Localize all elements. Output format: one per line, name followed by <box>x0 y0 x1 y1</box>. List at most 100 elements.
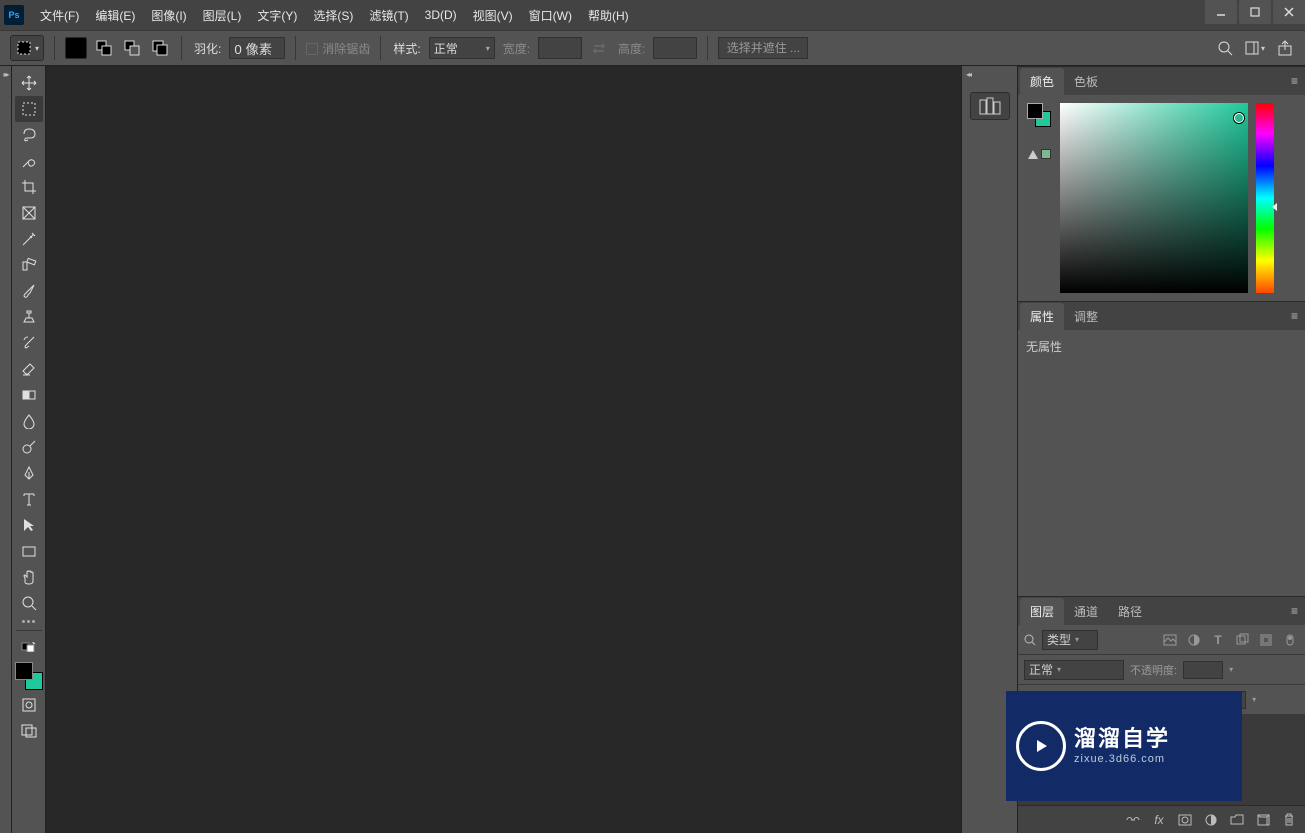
search-icon[interactable] <box>1215 38 1235 58</box>
tab-layers[interactable]: 图层 <box>1020 598 1064 625</box>
opacity-input[interactable] <box>1183 661 1223 679</box>
close-button[interactable] <box>1273 0 1305 24</box>
foreground-background-swatches[interactable] <box>15 662 43 692</box>
rectangle-shape-tool[interactable] <box>15 538 43 564</box>
layer-filter-row: 类型▾ T <box>1018 625 1305 655</box>
filter-toggle-icon[interactable] <box>1281 631 1299 649</box>
minimize-button[interactable] <box>1205 0 1237 24</box>
tab-color[interactable]: 颜色 <box>1020 68 1064 95</box>
filter-type-icon[interactable]: T <box>1209 631 1227 649</box>
menu-help[interactable]: 帮助(H) <box>580 0 637 30</box>
rectangular-marquee-tool[interactable] <box>15 96 43 122</box>
filter-shape-icon[interactable] <box>1233 631 1251 649</box>
app-logo: Ps <box>4 5 24 25</box>
options-bar: ▾ 羽化: 消除锯齿 样式: 正常▾ 宽度: 高度: 选择并遮住 ... ▾ <box>0 30 1305 66</box>
toolbox-collapse-strip[interactable]: ▸▸ <box>0 66 12 833</box>
blend-mode-select[interactable]: 正常▾ <box>1024 660 1124 680</box>
swap-wh-icon <box>588 37 610 59</box>
tab-swatches[interactable]: 色板 <box>1064 68 1108 95</box>
right-dock: ▸▸ 颜色 色板 ≡ 属性 调整 <box>1018 66 1305 833</box>
quick-mask-mode-icon[interactable] <box>15 692 43 718</box>
workspace-switcher-icon[interactable]: ▾ <box>1245 38 1265 58</box>
menu-3d[interactable]: 3D(D) <box>417 0 465 30</box>
group-icon[interactable] <box>1229 812 1245 828</box>
subtract-selection-icon[interactable] <box>121 37 143 59</box>
select-and-mask-button[interactable]: 选择并遮住 ... <box>718 37 808 59</box>
menu-filter[interactable]: 滤镜(T) <box>361 0 416 30</box>
panel-menu-icon[interactable]: ≡ <box>1291 309 1299 323</box>
blur-tool[interactable] <box>15 408 43 434</box>
zoom-tool[interactable] <box>15 590 43 616</box>
add-selection-icon[interactable] <box>93 37 115 59</box>
brush-tool[interactable] <box>15 278 43 304</box>
hand-tool[interactable] <box>15 564 43 590</box>
gradient-tool[interactable] <box>15 382 43 408</box>
window-controls <box>1203 0 1305 24</box>
tool-preset-picker[interactable]: ▾ <box>10 35 44 61</box>
intersect-selection-icon[interactable] <box>149 37 171 59</box>
filter-pixel-icon[interactable] <box>1161 631 1179 649</box>
canvas[interactable] <box>46 66 962 833</box>
tab-adjustments[interactable]: 调整 <box>1064 303 1108 330</box>
menu-bar: Ps 文件(F) 编辑(E) 图像(I) 图层(L) 文字(Y) 选择(S) 滤… <box>0 0 1305 30</box>
spot-healing-brush-tool[interactable] <box>15 252 43 278</box>
panel-menu-icon[interactable]: ≡ <box>1291 74 1299 88</box>
history-brush-tool[interactable] <box>15 330 43 356</box>
new-layer-icon[interactable] <box>1255 812 1271 828</box>
filter-smart-icon[interactable] <box>1257 631 1275 649</box>
menu-edit[interactable]: 编辑(E) <box>87 0 143 30</box>
style-select[interactable]: 正常▾ <box>429 37 495 59</box>
lasso-tool[interactable] <box>15 122 43 148</box>
hue-slider[interactable] <box>1256 103 1274 293</box>
type-tool[interactable] <box>15 486 43 512</box>
tab-paths[interactable]: 路径 <box>1108 598 1152 625</box>
color-panel-swatches[interactable] <box>1027 103 1051 129</box>
menu-type[interactable]: 文字(Y) <box>249 0 305 30</box>
collapsed-panel-icon[interactable] <box>970 92 1010 120</box>
quick-selection-tool[interactable] <box>15 148 43 174</box>
menu-layer[interactable]: 图层(L) <box>195 0 250 30</box>
color-field[interactable] <box>1060 103 1248 293</box>
feather-input[interactable] <box>229 37 285 59</box>
crop-tool[interactable] <box>15 174 43 200</box>
menu-view[interactable]: 视图(V) <box>465 0 521 30</box>
filter-adjustment-icon[interactable] <box>1185 631 1203 649</box>
maximize-button[interactable] <box>1239 0 1271 24</box>
layers-footer: fx <box>1018 805 1305 833</box>
path-selection-tool[interactable] <box>15 512 43 538</box>
tab-properties[interactable]: 属性 <box>1020 303 1064 330</box>
menu-select[interactable]: 选择(S) <box>305 0 361 30</box>
screen-mode-icon[interactable] <box>15 718 43 744</box>
default-colors-icon[interactable] <box>15 634 43 660</box>
menu-image[interactable]: 图像(I) <box>143 0 194 30</box>
delete-layer-icon[interactable] <box>1281 812 1297 828</box>
dodge-tool[interactable] <box>15 434 43 460</box>
gamut-warning-icon[interactable] <box>1028 149 1051 159</box>
layers-list[interactable]: 溜溜自学 zixue.3d66.com <box>1018 715 1305 805</box>
adjustment-layer-icon[interactable] <box>1203 812 1219 828</box>
layer-filter-type-select[interactable]: 类型▾ <box>1042 630 1098 650</box>
width-input <box>538 37 582 59</box>
style-label: 样式: <box>393 40 420 57</box>
eraser-tool[interactable] <box>15 356 43 382</box>
menu-window[interactable]: 窗口(W) <box>521 0 580 30</box>
watermark-overlay: 溜溜自学 zixue.3d66.com <box>1006 691 1242 801</box>
link-layers-icon[interactable] <box>1125 812 1141 828</box>
share-icon[interactable] <box>1275 38 1295 58</box>
new-selection-icon[interactable] <box>65 37 87 59</box>
frame-tool[interactable] <box>15 200 43 226</box>
panel-menu-icon[interactable]: ≡ <box>1291 604 1299 618</box>
main-area: ▸▸ ◂◂ <box>0 66 1305 833</box>
color-panel: 颜色 色板 ≡ <box>1018 66 1305 301</box>
layer-style-icon[interactable]: fx <box>1151 812 1167 828</box>
layer-mask-icon[interactable] <box>1177 812 1193 828</box>
move-tool[interactable] <box>15 70 43 96</box>
pen-tool[interactable] <box>15 460 43 486</box>
tab-channels[interactable]: 通道 <box>1064 598 1108 625</box>
clone-stamp-tool[interactable] <box>15 304 43 330</box>
menu-file[interactable]: 文件(F) <box>32 0 87 30</box>
eyedropper-tool[interactable] <box>15 226 43 252</box>
properties-empty-text: 无属性 <box>1026 340 1062 354</box>
foreground-color-swatch[interactable] <box>15 662 33 680</box>
edit-toolbar-icon[interactable] <box>22 616 35 627</box>
